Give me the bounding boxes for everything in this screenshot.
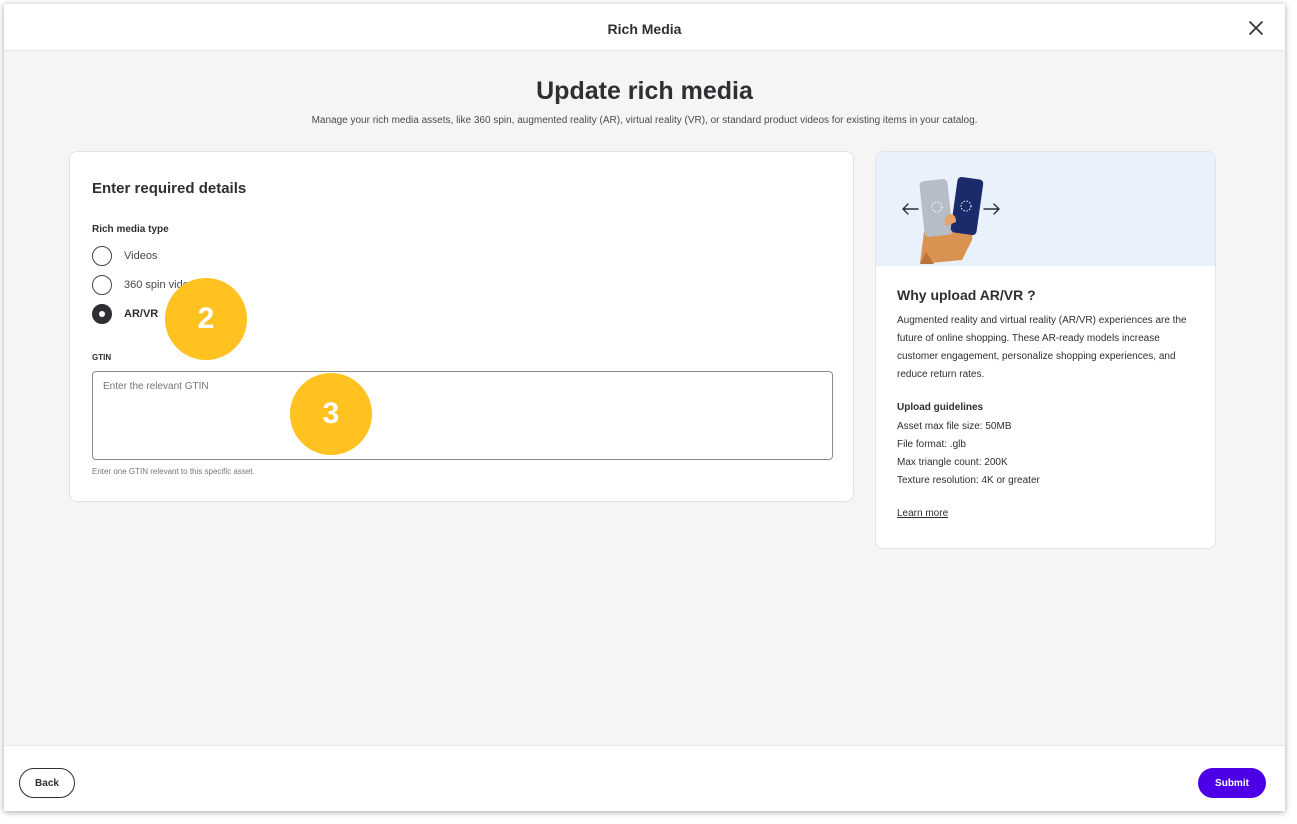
info-description: Augmented reality and virtual reality (A… xyxy=(897,315,1187,380)
guideline-item: Asset max file size: 50MB xyxy=(897,421,1012,432)
page-description: Manage your rich media assets, like 360 … xyxy=(311,115,978,126)
callout-badge-3: 3 xyxy=(290,373,372,455)
radio-button[interactable] xyxy=(92,275,112,295)
upload-guidelines-title: Upload guidelines xyxy=(897,402,984,413)
info-title: Why upload AR/VR ? xyxy=(897,287,1036,303)
radio-option-videos[interactable]: Videos xyxy=(92,245,157,267)
guideline-item: Max triangle count: 200K xyxy=(897,457,1008,468)
rich-media-type-label: Rich media type xyxy=(92,224,169,235)
ar-vr-info-card: Why upload AR/VR ? Augmented reality and… xyxy=(875,151,1216,549)
radio-option-ar-vr[interactable]: AR/VR xyxy=(92,303,158,325)
info-banner xyxy=(876,152,1215,266)
radio-button-selected[interactable] xyxy=(92,304,112,324)
page-title: Update rich media xyxy=(536,77,753,105)
guideline-item: Texture resolution: 4K or greater xyxy=(897,475,1040,486)
gtin-input[interactable] xyxy=(92,371,833,460)
card-title: Enter required details xyxy=(92,180,247,197)
learn-more-link[interactable]: Learn more xyxy=(897,508,948,519)
radio-label: AR/VR xyxy=(124,308,159,320)
upload-guidelines-list: Asset max file size: 50MB File format: .… xyxy=(897,418,1040,490)
guideline-item: File format: .glb xyxy=(897,439,966,450)
radio-label: Videos xyxy=(124,250,158,262)
phones-in-hand-illustration xyxy=(902,176,1000,264)
modal-footer: Back Submit xyxy=(4,745,1285,811)
rich-media-modal: Rich Media Update rich media Manage your… xyxy=(4,4,1285,811)
gtin-helper-text: Enter one GTIN relevant to this specific… xyxy=(92,467,255,476)
gtin-label: GTIN xyxy=(92,353,112,362)
submit-button[interactable]: Submit xyxy=(1198,768,1266,798)
back-button[interactable]: Back xyxy=(19,768,75,798)
modal-header: Rich Media xyxy=(4,4,1285,51)
modal-title: Rich Media xyxy=(607,21,682,37)
radio-button[interactable] xyxy=(92,246,112,266)
close-icon[interactable] xyxy=(1247,19,1265,37)
callout-badge-2: 2 xyxy=(165,278,247,360)
